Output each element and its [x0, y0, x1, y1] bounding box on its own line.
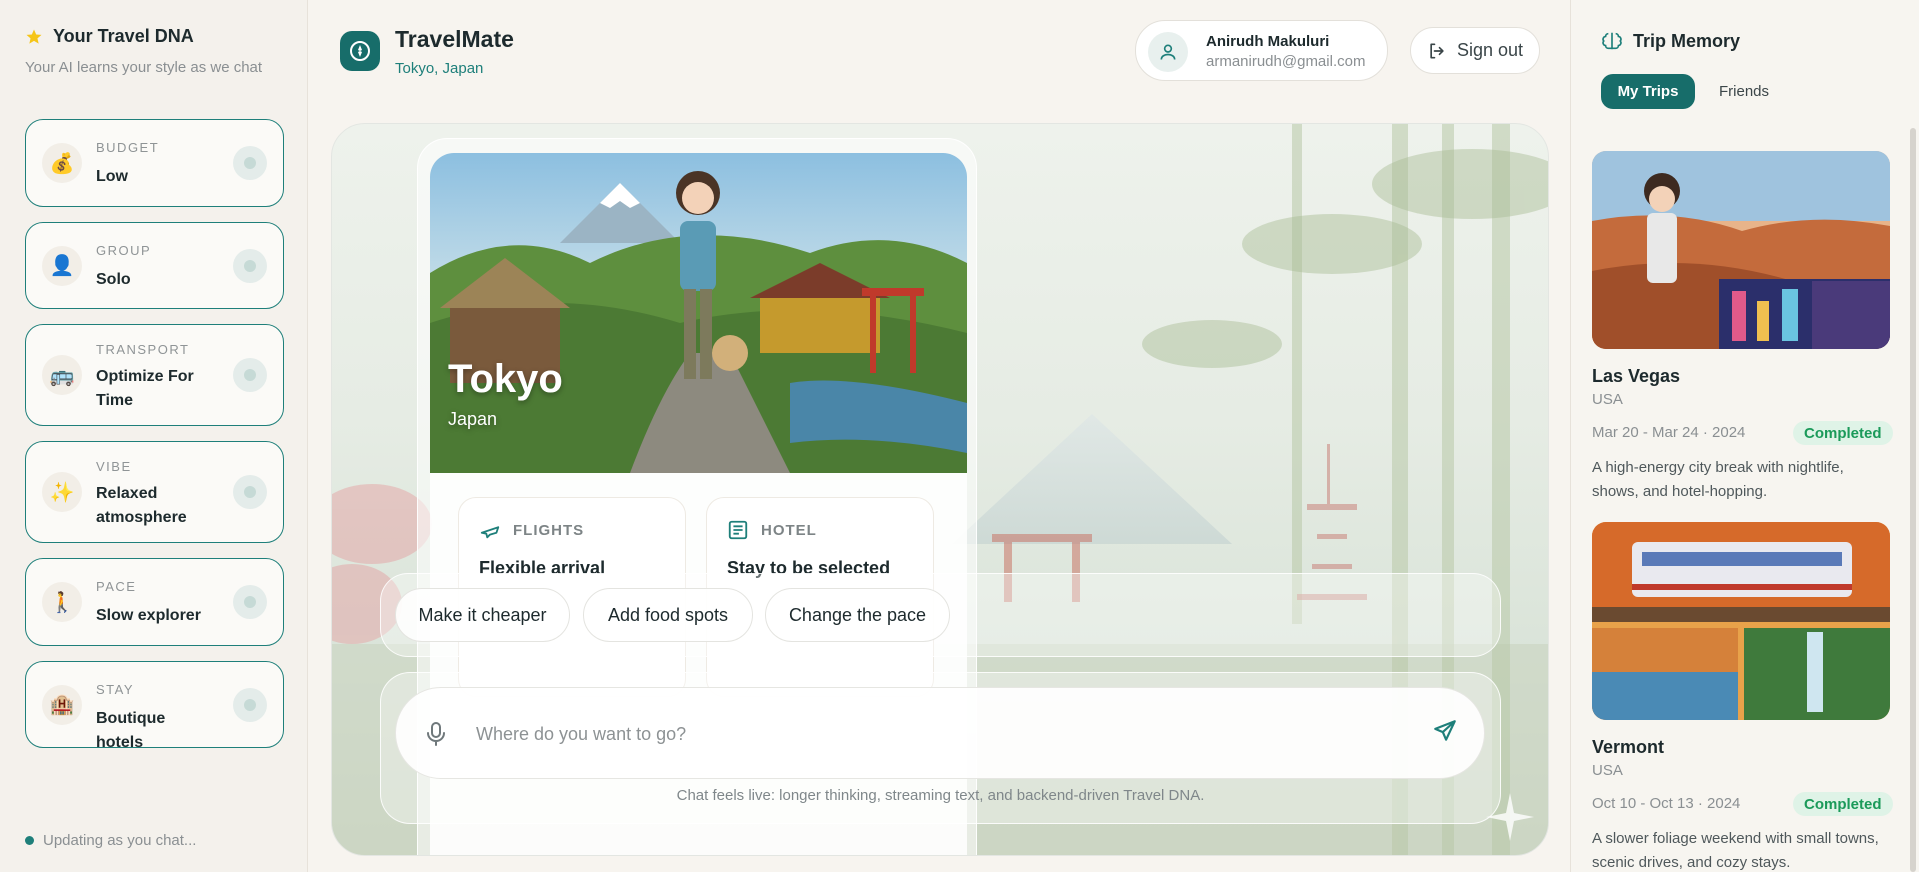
trait-status-dot — [233, 146, 267, 180]
trip-image-vermont[interactable] — [1592, 522, 1890, 720]
trait-label: PACE — [96, 579, 137, 594]
vermont-illustration — [1592, 522, 1890, 720]
chat-input-pill — [395, 687, 1485, 779]
status-badge: Completed — [1793, 421, 1893, 445]
user-name: Anirudh Makuluri — [1206, 33, 1330, 50]
trip-memory-header: Trip Memory — [1601, 30, 1740, 52]
send-icon[interactable] — [1432, 718, 1458, 744]
suggestion-chip-cheaper[interactable]: Make it cheaper — [395, 588, 570, 642]
walking-person-icon: 🚶 — [42, 582, 82, 622]
bus-icon: 🚌 — [42, 355, 82, 395]
hotel-list-icon — [728, 520, 748, 540]
tab-friends[interactable]: Friends — [1719, 74, 1769, 109]
microphone-icon[interactable] — [424, 721, 448, 747]
trait-value: Optimize For Time — [96, 368, 194, 409]
avatar — [1148, 32, 1188, 72]
trip-name: Vermont — [1592, 737, 1665, 757]
tab-my-trips[interactable]: My Trips — [1601, 74, 1695, 109]
app-name: TravelMate — [395, 26, 514, 52]
destination-city: Tokyo — [448, 357, 563, 401]
trait-label: GROUP — [96, 243, 152, 258]
trait-status-dot — [233, 358, 267, 392]
suggestion-chips-bar: Make it cheaper Add food spots Change th… — [380, 573, 1501, 657]
trait-card-transport[interactable]: 🚌 TRANSPORT Optimize For Time — [25, 324, 284, 426]
trip-country: USA — [1592, 391, 1623, 408]
las-vegas-illustration — [1592, 151, 1890, 349]
sparkle-icon — [1486, 793, 1534, 841]
trait-card-budget[interactable]: 💰 BUDGET Low — [25, 119, 284, 207]
trait-label: TRANSPORT — [96, 342, 190, 357]
hotel-label: HOTEL — [761, 522, 817, 539]
brain-icon — [1602, 32, 1622, 50]
current-location: Tokyo, Japan — [395, 60, 484, 77]
trip-dates: Oct 10 - Oct 13 · 2024 — [1592, 795, 1741, 812]
travel-dna-sidebar: Your Travel DNA Your AI learns your styl… — [0, 0, 308, 872]
destination-country: Japan — [448, 409, 498, 429]
travel-dna-title: Your Travel DNA — [53, 26, 194, 46]
sign-out-button[interactable]: Sign out — [1410, 27, 1540, 74]
trip-dates: Mar 20 - Mar 24 · 2024 — [1592, 424, 1746, 441]
money-bag-icon: 💰 — [42, 143, 82, 183]
trip-memory-sidebar: Trip Memory My Trips Friends Las Vegas U… — [1570, 0, 1919, 872]
chat-input-bar: Chat feels live: longer thinking, stream… — [380, 672, 1501, 824]
trip-description: A high-energy city break with nightlife,… — [1592, 459, 1844, 500]
star-icon — [26, 29, 42, 44]
trait-card-stay[interactable]: 🏨 STAY Boutique hotels — [25, 661, 284, 751]
trip-description: A slower foliage weekend with small town… — [1592, 830, 1879, 871]
status-badge: Completed — [1793, 792, 1893, 816]
destination-hero-image — [430, 153, 967, 473]
status-text: Updating as you chat... — [43, 832, 197, 849]
trip-name: Las Vegas — [1592, 366, 1681, 386]
trait-value: Low — [96, 168, 128, 185]
trip-country: USA — [1592, 762, 1623, 779]
logout-icon — [1430, 43, 1444, 59]
travel-dna-header: Your Travel DNA — [25, 26, 194, 47]
trip-image-las-vegas[interactable] — [1592, 151, 1890, 349]
plane-icon — [480, 526, 500, 539]
trait-value: Boutique hotels — [96, 710, 166, 751]
suggestion-chip-food[interactable]: Add food spots — [583, 588, 753, 642]
trait-value: Slow explorer — [96, 607, 201, 624]
flights-label: FLIGHTS — [513, 522, 585, 539]
app-logo[interactable] — [340, 31, 380, 71]
suggestion-chip-pace[interactable]: Change the pace — [765, 588, 950, 642]
trait-status-dot — [233, 248, 267, 283]
sign-out-label: Sign out — [1456, 40, 1524, 60]
trait-label: STAY — [96, 682, 135, 697]
trait-status-dot — [233, 475, 267, 509]
compass-icon — [350, 41, 370, 61]
user-icon — [1160, 44, 1176, 60]
user-profile-chip[interactable]: Anirudh Makuluri armanirudh@gmail.com — [1135, 20, 1388, 81]
destination-query-input[interactable] — [476, 716, 1376, 752]
trait-label: BUDGET — [96, 140, 160, 155]
person-icon: 👤 — [42, 245, 82, 286]
trait-value: Solo — [96, 271, 131, 288]
trait-status-dot — [233, 585, 267, 619]
tokyo-illustration — [430, 153, 967, 473]
trait-card-vibe[interactable]: ✨ VIBE Relaxed atmosphere — [25, 441, 284, 543]
trait-status-dot — [233, 687, 267, 722]
sparkles-icon: ✨ — [42, 472, 82, 512]
trip-memory-scrollbar[interactable] — [1910, 128, 1916, 872]
status-dot — [25, 836, 34, 845]
trip-memory-title: Trip Memory — [1633, 30, 1741, 51]
destination-scene: Tokyo Japan FLIGHTS Flexible arrival HOT… — [331, 123, 1549, 856]
travel-dna-subtitle: Your AI learns your style as we chat — [25, 59, 263, 76]
user-email: armanirudh@gmail.com — [1206, 53, 1366, 70]
trait-card-group[interactable]: 👤 GROUP Solo — [25, 222, 284, 309]
dna-update-status: Updating as you chat... — [25, 832, 196, 849]
trait-card-pace[interactable]: 🚶 PACE Slow explorer — [25, 558, 284, 646]
hotel-icon: 🏨 — [42, 684, 82, 725]
trait-value: Relaxed atmosphere — [96, 485, 187, 526]
trait-label: VIBE — [96, 459, 132, 474]
chat-footnote: Chat feels live: longer thinking, stream… — [676, 787, 1205, 804]
